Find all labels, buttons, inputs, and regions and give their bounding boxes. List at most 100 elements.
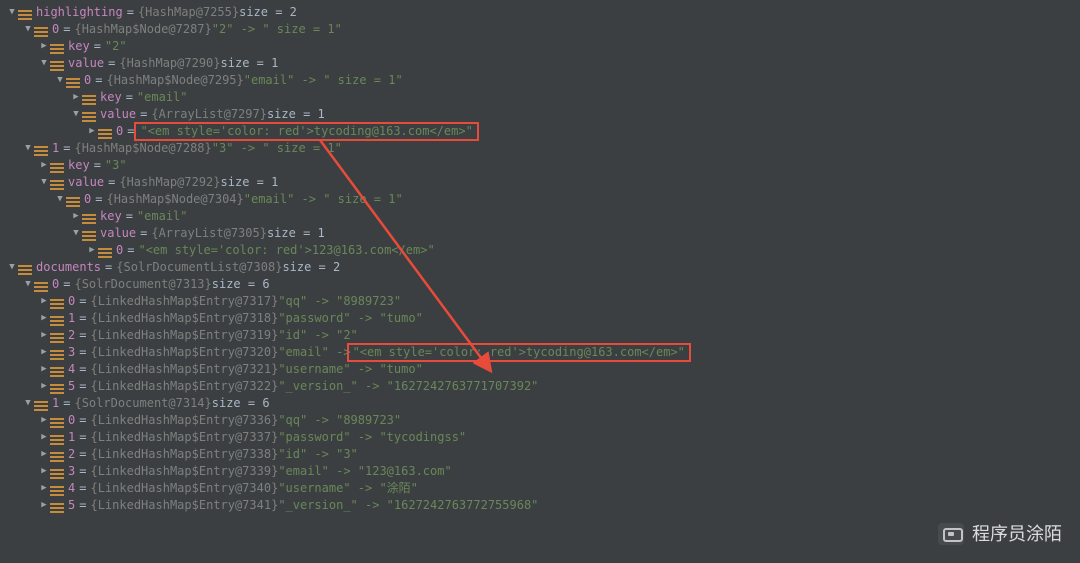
equals: = bbox=[79, 412, 86, 429]
var-size: size = 1 bbox=[267, 225, 325, 242]
arrow-expanded-icon[interactable] bbox=[22, 140, 34, 157]
debugger-variable-tree[interactable]: highlighting = {HashMap@7255} size = 20 … bbox=[0, 0, 1080, 518]
arrow-collapsed-icon[interactable] bbox=[38, 157, 50, 174]
arrow-collapsed-icon[interactable] bbox=[38, 293, 50, 310]
tree-row[interactable]: 3 = {LinkedHashMap$Entry@7320} "email" -… bbox=[6, 344, 1080, 361]
tree-row[interactable]: 5 = {LinkedHashMap$Entry@7322} "_version… bbox=[6, 378, 1080, 395]
var-name: 1 bbox=[68, 429, 75, 446]
tree-row[interactable]: value = {HashMap@7292} size = 1 bbox=[6, 174, 1080, 191]
arrow-collapsed-icon[interactable] bbox=[38, 429, 50, 446]
var-type: {ArrayList@7305} bbox=[151, 225, 267, 242]
tree-row[interactable]: 0 = {LinkedHashMap$Entry@7336} "qq" -> "… bbox=[6, 412, 1080, 429]
var-type: {LinkedHashMap$Entry@7338} bbox=[90, 446, 278, 463]
tree-row[interactable]: 1 = {SolrDocument@7314} size = 6 bbox=[6, 395, 1080, 412]
var-value: "password" -> "tycodingss" bbox=[278, 429, 466, 446]
arrow-collapsed-icon[interactable] bbox=[86, 123, 98, 140]
watermark: 程序员涂陌 bbox=[938, 523, 1062, 545]
var-name: 0 bbox=[52, 21, 59, 38]
arrow-collapsed-icon[interactable] bbox=[38, 344, 50, 361]
field-icon bbox=[34, 400, 48, 410]
tree-row[interactable]: key = "email" bbox=[6, 89, 1080, 106]
arrow-collapsed-icon[interactable] bbox=[38, 361, 50, 378]
equals: = bbox=[63, 140, 70, 157]
tree-row[interactable]: key = "email" bbox=[6, 208, 1080, 225]
equals: = bbox=[126, 89, 133, 106]
tree-row[interactable]: 2 = {LinkedHashMap$Entry@7319} "id" -> "… bbox=[6, 327, 1080, 344]
equals: = bbox=[63, 395, 70, 412]
wechat-icon bbox=[938, 523, 964, 545]
var-value: "username" -> "tumo" bbox=[278, 361, 423, 378]
var-type: {SolrDocument@7313} bbox=[74, 276, 211, 293]
arrow-expanded-icon[interactable] bbox=[22, 395, 34, 412]
field-icon bbox=[50, 451, 64, 461]
var-name: key bbox=[68, 157, 90, 174]
field-icon bbox=[98, 128, 112, 138]
tree-row[interactable]: key = "3" bbox=[6, 157, 1080, 174]
var-type: {HashMap$Node@7287} bbox=[74, 21, 211, 38]
tree-row[interactable]: 4 = {LinkedHashMap$Entry@7321} "username… bbox=[6, 361, 1080, 378]
arrow-expanded-icon[interactable] bbox=[6, 4, 18, 21]
tree-row[interactable]: 0 = "<em style='color: red'>123@163.com<… bbox=[6, 242, 1080, 259]
var-value: "email" -> " size = 1" bbox=[244, 191, 403, 208]
var-type: {LinkedHashMap$Entry@7336} bbox=[90, 412, 278, 429]
tree-row[interactable]: value = {HashMap@7290} size = 1 bbox=[6, 55, 1080, 72]
tree-row[interactable]: 3 = {LinkedHashMap$Entry@7339} "email" -… bbox=[6, 463, 1080, 480]
arrow-expanded-icon[interactable] bbox=[22, 21, 34, 38]
var-name: value bbox=[100, 225, 136, 242]
tree-row[interactable]: value = {ArrayList@7305} size = 1 bbox=[6, 225, 1080, 242]
var-name: 0 bbox=[116, 123, 123, 140]
equals: = bbox=[63, 276, 70, 293]
arrow-collapsed-icon[interactable] bbox=[38, 412, 50, 429]
field-icon bbox=[98, 247, 112, 257]
tree-row[interactable]: value = {ArrayList@7297} size = 1 bbox=[6, 106, 1080, 123]
tree-row[interactable]: 1 = {LinkedHashMap$Entry@7337} "password… bbox=[6, 429, 1080, 446]
arrow-collapsed-icon[interactable] bbox=[38, 480, 50, 497]
field-icon bbox=[82, 111, 96, 121]
arrow-collapsed-icon[interactable] bbox=[38, 327, 50, 344]
arrow-collapsed-icon[interactable] bbox=[86, 242, 98, 259]
var-type: {LinkedHashMap$Entry@7337} bbox=[90, 429, 278, 446]
arrow-collapsed-icon[interactable] bbox=[38, 446, 50, 463]
var-value: "2" -> " size = 1" bbox=[212, 21, 342, 38]
arrow-collapsed-icon[interactable] bbox=[38, 463, 50, 480]
arrow-collapsed-icon[interactable] bbox=[70, 208, 82, 225]
tree-row[interactable]: 1 = {HashMap$Node@7288} "3" -> " size = … bbox=[6, 140, 1080, 157]
tree-row[interactable]: 0 = {HashMap$Node@7295} "email" -> " siz… bbox=[6, 72, 1080, 89]
var-value: "_version_" -> "1627242763772755968" bbox=[278, 497, 538, 514]
arrow-expanded-icon[interactable] bbox=[38, 174, 50, 191]
tree-row[interactable]: highlighting = {HashMap@7255} size = 2 bbox=[6, 4, 1080, 21]
tree-row[interactable]: 2 = {LinkedHashMap$Entry@7338} "id" -> "… bbox=[6, 446, 1080, 463]
tree-row[interactable]: key = "2" bbox=[6, 38, 1080, 55]
var-name: 2 bbox=[68, 327, 75, 344]
field-icon bbox=[50, 43, 64, 53]
var-type: {HashMap$Node@7295} bbox=[106, 72, 243, 89]
arrow-expanded-icon[interactable] bbox=[38, 55, 50, 72]
tree-row[interactable]: 4 = {LinkedHashMap$Entry@7340} "username… bbox=[6, 480, 1080, 497]
var-value: "<em style='color: red'>tycoding@163.com… bbox=[140, 124, 472, 138]
tree-row[interactable]: 1 = {LinkedHashMap$Entry@7318} "password… bbox=[6, 310, 1080, 327]
arrow-expanded-icon[interactable] bbox=[6, 259, 18, 276]
arrow-expanded-icon[interactable] bbox=[70, 106, 82, 123]
tree-row[interactable]: 0 = {LinkedHashMap$Entry@7317} "qq" -> "… bbox=[6, 293, 1080, 310]
arrow-collapsed-icon[interactable] bbox=[38, 497, 50, 514]
arrow-expanded-icon[interactable] bbox=[54, 191, 66, 208]
equals: = bbox=[79, 480, 86, 497]
var-type: {LinkedHashMap$Entry@7320} bbox=[90, 344, 278, 361]
arrow-collapsed-icon[interactable] bbox=[38, 378, 50, 395]
tree-row[interactable]: 5 = {LinkedHashMap$Entry@7341} "_version… bbox=[6, 497, 1080, 514]
var-size: size = 1 bbox=[221, 174, 279, 191]
tree-row[interactable]: 0 = "<em style='color: red'>tycoding@163… bbox=[6, 123, 1080, 140]
arrow-expanded-icon[interactable] bbox=[70, 225, 82, 242]
tree-row[interactable]: 0 = {SolrDocument@7313} size = 6 bbox=[6, 276, 1080, 293]
tree-row[interactable]: 0 = {HashMap$Node@7304} "email" -> " siz… bbox=[6, 191, 1080, 208]
tree-row[interactable]: documents = {SolrDocumentList@7308} size… bbox=[6, 259, 1080, 276]
arrow-collapsed-icon[interactable] bbox=[38, 38, 50, 55]
tree-row[interactable]: 0 = {HashMap$Node@7287} "2" -> " size = … bbox=[6, 21, 1080, 38]
arrow-collapsed-icon[interactable] bbox=[70, 89, 82, 106]
var-type: {LinkedHashMap$Entry@7317} bbox=[90, 293, 278, 310]
arrow-collapsed-icon[interactable] bbox=[38, 310, 50, 327]
var-value: "<em style='color: red'>123@163.com</em>… bbox=[138, 242, 434, 259]
arrow-expanded-icon[interactable] bbox=[22, 276, 34, 293]
equals: = bbox=[127, 242, 134, 259]
arrow-expanded-icon[interactable] bbox=[54, 72, 66, 89]
